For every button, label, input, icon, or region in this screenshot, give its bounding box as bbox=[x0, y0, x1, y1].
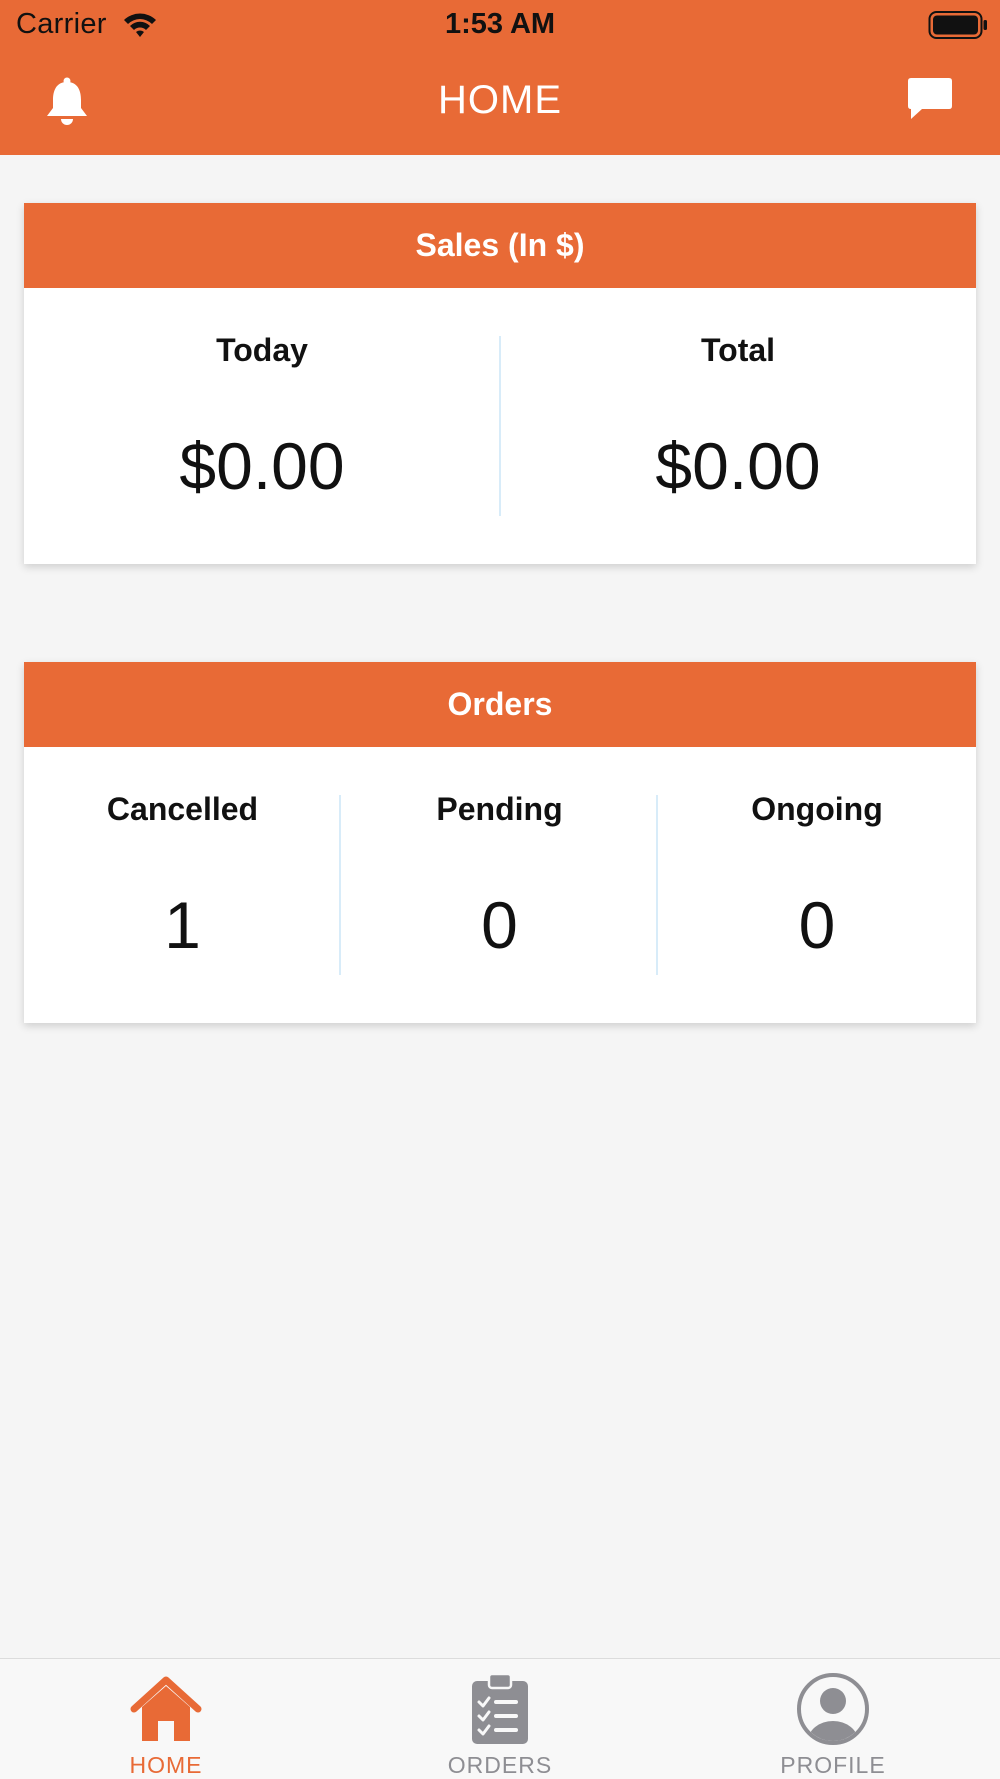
battery-icon bbox=[928, 11, 987, 39]
top-bar: Carrier 1:53 AM HOME bbox=[0, 0, 1000, 155]
tab-profile-label: PROFILE bbox=[780, 1752, 886, 1778]
sales-today-label: Today bbox=[216, 332, 308, 368]
clipboard-icon bbox=[472, 1672, 528, 1744]
orders-pending-column[interactable]: Pending 0 bbox=[341, 747, 658, 1023]
orders-ongoing-label: Ongoing bbox=[751, 791, 883, 827]
page-title: HOME bbox=[438, 78, 562, 122]
orders-card-body: Cancelled 1 Pending 0 Ongoing 0 bbox=[24, 747, 976, 1023]
orders-pending-label: Pending bbox=[436, 791, 563, 827]
sales-today-column: Today $0.00 bbox=[24, 288, 500, 564]
orders-cancelled-column[interactable]: Cancelled 1 bbox=[24, 747, 341, 1023]
sales-total-column: Total $0.00 bbox=[500, 288, 976, 564]
tab-home-label: HOME bbox=[129, 1752, 203, 1778]
tab-profile[interactable]: PROFILE bbox=[733, 1659, 933, 1779]
sales-total-label: Total bbox=[700, 332, 776, 368]
tab-bar: HOME ORDERS PROFILE bbox=[0, 1658, 1000, 1779]
sales-today-value: $0.00 bbox=[179, 429, 345, 503]
sales-total-value: $0.00 bbox=[655, 429, 821, 503]
orders-card-title: Orders bbox=[24, 662, 976, 747]
home-icon bbox=[130, 1676, 202, 1741]
orders-cancelled-value: 1 bbox=[164, 888, 201, 962]
orders-ongoing-value: 0 bbox=[798, 888, 836, 962]
sales-card-body: Today $0.00 Total $0.00 bbox=[24, 288, 976, 564]
tab-home[interactable]: HOME bbox=[66, 1659, 266, 1779]
tab-orders[interactable]: ORDERS bbox=[400, 1659, 600, 1779]
chat-icon[interactable] bbox=[906, 76, 954, 122]
sales-card: Sales (In $) Today $0.00 Total $0.00 bbox=[24, 203, 976, 564]
tab-orders-label: ORDERS bbox=[447, 1752, 553, 1778]
orders-ongoing-column[interactable]: Ongoing 0 bbox=[658, 747, 976, 1023]
status-time: 1:53 AM bbox=[444, 8, 556, 40]
orders-card: Orders Cancelled 1 Pending 0 Ongoing 0 bbox=[24, 662, 976, 1023]
orders-cancelled-label: Cancelled bbox=[106, 791, 259, 827]
orders-pending-value: 0 bbox=[481, 888, 518, 962]
sales-card-title: Sales (In $) bbox=[24, 203, 976, 288]
profile-icon bbox=[797, 1673, 869, 1745]
